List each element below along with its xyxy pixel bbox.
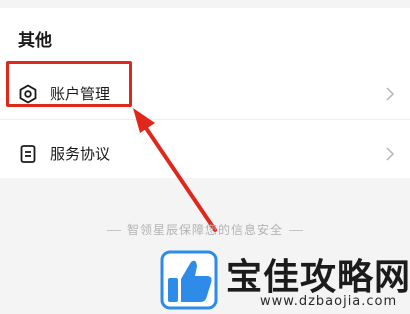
dash-left bbox=[106, 230, 121, 231]
chevron-right-icon bbox=[386, 87, 395, 101]
watermark-brand: 宝佳攻略网 bbox=[226, 256, 410, 298]
section-title: 其他 bbox=[18, 31, 52, 51]
service-agreement-label: 服务协议 bbox=[50, 145, 111, 163]
watermark-url: www.dzbaojia.com bbox=[260, 294, 398, 309]
service-agreement-row[interactable]: 服务协议 bbox=[0, 128, 410, 180]
divider bbox=[0, 119, 410, 120]
top-strip bbox=[0, 0, 410, 8]
security-note-text: 智领星辰保障您的信息安全 bbox=[126, 223, 283, 237]
chevron-right-icon bbox=[386, 147, 395, 161]
watermark: 宝佳攻略网 www.dzbaojia.com bbox=[160, 246, 410, 314]
dash-right bbox=[289, 230, 303, 231]
document-icon bbox=[20, 145, 36, 163]
highlight-box bbox=[6, 61, 132, 107]
thumbs-up-logo-icon bbox=[160, 250, 218, 310]
security-note: 智领星辰保障您的信息安全 bbox=[0, 221, 410, 238]
